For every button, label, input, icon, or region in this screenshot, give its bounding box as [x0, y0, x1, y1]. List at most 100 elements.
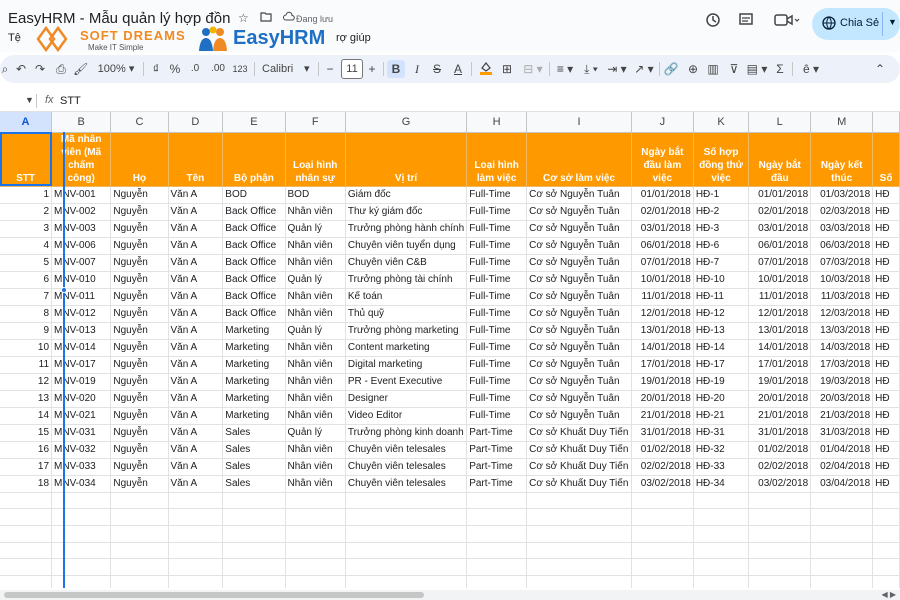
cell[interactable]: 10/01/2018: [748, 271, 812, 289]
empty-cell[interactable]: [345, 508, 468, 526]
filter-icon[interactable]: ⊽: [726, 60, 742, 78]
cell[interactable]: 01/02/2018: [631, 441, 694, 459]
empty-cell[interactable]: [285, 542, 346, 560]
cell[interactable]: 01/02/2018: [748, 441, 812, 459]
cell[interactable]: Full-Time: [466, 322, 528, 340]
empty-cell[interactable]: [526, 542, 632, 560]
empty-cell[interactable]: [872, 575, 900, 588]
cell[interactable]: HĐ-6: [693, 237, 750, 255]
cell[interactable]: 21/03/2018: [810, 407, 874, 425]
column-header[interactable]: J: [631, 112, 694, 133]
selection-handle[interactable]: [61, 287, 67, 293]
empty-cell[interactable]: [110, 558, 169, 576]
cell[interactable]: Cơ sở Nguyễn Tuân: [526, 288, 632, 306]
empty-cell[interactable]: [748, 508, 812, 526]
cell[interactable]: Nhân viên: [285, 373, 346, 391]
more-formats-button[interactable]: 123: [231, 60, 249, 78]
empty-cell[interactable]: [748, 542, 812, 560]
empty-cell[interactable]: [285, 575, 346, 588]
cell[interactable]: Sales: [222, 475, 286, 493]
horizontal-scrollbar[interactable]: ◀ ▶: [0, 590, 900, 600]
star-icon[interactable]: ☆: [238, 11, 249, 25]
empty-cell[interactable]: [285, 508, 346, 526]
cell[interactable]: Văn A: [168, 373, 224, 391]
header-cell[interactable]: Tên: [168, 132, 224, 187]
cell[interactable]: 01/04/2018: [810, 441, 874, 459]
header-cell[interactable]: Họ: [110, 132, 169, 187]
cell[interactable]: HĐ-10: [693, 271, 750, 289]
vertical-align-icon[interactable]: ⤓ ▾: [580, 60, 602, 78]
empty-cell[interactable]: [222, 542, 286, 560]
cell[interactable]: 03/04/2018: [810, 475, 874, 493]
empty-cell[interactable]: [810, 558, 874, 576]
empty-cell[interactable]: [0, 492, 53, 510]
cell[interactable]: Nhân viên: [285, 288, 346, 306]
redo-icon[interactable]: ↷: [33, 60, 47, 78]
empty-cell[interactable]: [810, 575, 874, 588]
text-color-button[interactable]: A: [451, 60, 465, 78]
cell[interactable]: Nguyễn: [110, 390, 169, 408]
cell[interactable]: HĐ-34: [693, 475, 750, 493]
column-header[interactable]: I: [526, 112, 632, 133]
column-header[interactable]: C: [110, 112, 169, 133]
cell[interactable]: Nguyễn: [110, 186, 169, 204]
cell[interactable]: 07/03/2018: [810, 254, 874, 272]
cell[interactable]: HĐ-17: [693, 356, 750, 374]
cell[interactable]: Kế toán: [345, 288, 468, 306]
formula-input[interactable]: STT: [60, 95, 81, 107]
cell[interactable]: HĐ: [872, 186, 900, 204]
column-header[interactable]: F: [285, 112, 346, 133]
cell[interactable]: MNV-002: [51, 203, 112, 221]
cell[interactable]: 2: [0, 203, 53, 221]
empty-cell[interactable]: [51, 508, 112, 526]
cell[interactable]: HĐ: [872, 254, 900, 272]
cell[interactable]: Nhân viên: [285, 305, 346, 323]
empty-cell[interactable]: [748, 492, 812, 510]
cell[interactable]: 17/03/2018: [810, 356, 874, 374]
strikethrough-button[interactable]: S: [430, 60, 444, 78]
empty-cell[interactable]: [466, 542, 528, 560]
empty-cell[interactable]: [285, 492, 346, 510]
cell[interactable]: 03/02/2018: [748, 475, 812, 493]
cell[interactable]: 06/01/2018: [748, 237, 812, 255]
cell[interactable]: 16: [0, 441, 53, 459]
cell[interactable]: Nguyễn: [110, 339, 169, 357]
bold-button[interactable]: B: [387, 60, 405, 78]
header-cell[interactable]: STT: [0, 132, 53, 187]
cell[interactable]: Văn A: [168, 305, 224, 323]
empty-cell[interactable]: [285, 525, 346, 543]
cell[interactable]: 20/01/2018: [748, 390, 812, 408]
cell[interactable]: 12/01/2018: [748, 305, 812, 323]
cell[interactable]: Nguyễn: [110, 203, 169, 221]
history-icon[interactable]: [702, 12, 724, 34]
insert-link-icon[interactable]: 🔗: [663, 60, 679, 78]
italic-button[interactable]: I: [410, 60, 424, 78]
cell[interactable]: Nhân viên: [285, 254, 346, 272]
cell[interactable]: Full-Time: [466, 203, 528, 221]
empty-cell[interactable]: [872, 525, 900, 543]
cell[interactable]: HĐ: [872, 373, 900, 391]
cell[interactable]: MNV-032: [51, 441, 112, 459]
cell[interactable]: Văn A: [168, 390, 224, 408]
cell[interactable]: HĐ-7: [693, 254, 750, 272]
cell[interactable]: Marketing: [222, 322, 286, 340]
column-header[interactable]: D: [168, 112, 224, 133]
zoom-select[interactable]: 100% ▾: [94, 60, 138, 78]
cell[interactable]: 18: [0, 475, 53, 493]
empty-cell[interactable]: [466, 508, 528, 526]
cell[interactable]: Back Office: [222, 203, 286, 221]
cell[interactable]: HĐ: [872, 424, 900, 442]
cell[interactable]: 13: [0, 390, 53, 408]
cell[interactable]: Part-Time: [466, 441, 528, 459]
decrease-decimal-button[interactable]: .0: [186, 60, 204, 78]
cell[interactable]: HĐ: [872, 305, 900, 323]
share-dropdown-icon[interactable]: ▼: [888, 17, 897, 27]
scroll-arrows-icon[interactable]: ◀ ▶: [881, 590, 896, 599]
cell[interactable]: MNV-019: [51, 373, 112, 391]
cell[interactable]: HĐ-20: [693, 390, 750, 408]
empty-cell[interactable]: [222, 508, 286, 526]
cell[interactable]: 10: [0, 339, 53, 357]
cell[interactable]: Văn A: [168, 254, 224, 272]
cell[interactable]: Nguyễn: [110, 407, 169, 425]
cell[interactable]: 8: [0, 305, 53, 323]
